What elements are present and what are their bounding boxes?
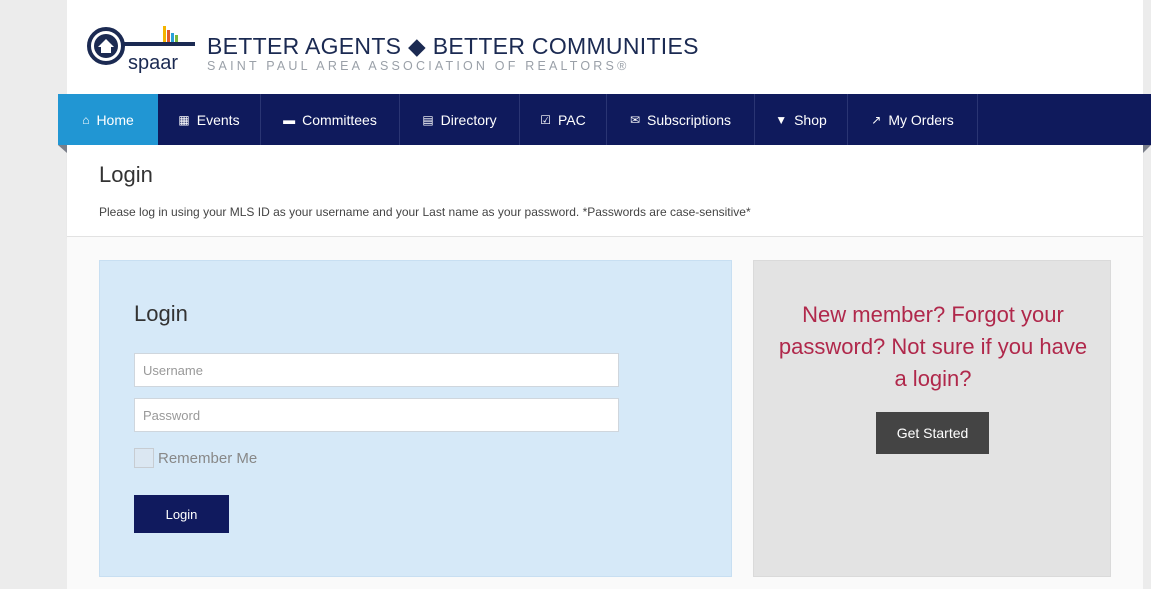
nav-item-label: Subscriptions: [647, 111, 732, 128]
remember-me-label[interactable]: Remember Me: [158, 450, 257, 467]
main-nav: ⌂ Home ▦ Events ▬ Committees ▤ Directory…: [58, 94, 1151, 145]
pushpin-icon: ↗: [871, 112, 882, 127]
spaar-logo[interactable]: spaar: [83, 24, 198, 74]
remember-me[interactable]: Remember Me: [134, 448, 257, 468]
page-description: Please log in using your MLS ID as your …: [99, 205, 751, 219]
username-input[interactable]: [134, 353, 619, 387]
list-icon: ▤: [422, 112, 434, 127]
envelope-icon: ✉: [629, 112, 640, 127]
help-panel: New member? Forgot your password? Not su…: [753, 260, 1111, 577]
tagline: BETTER AGENTS ◆ BETTER COMMUNITIES SAINT…: [207, 33, 699, 73]
nav-item-label: Home: [96, 111, 134, 128]
help-text: New member? Forgot your password? Not su…: [778, 302, 1088, 391]
tagline-sub: SAINT PAUL AREA ASSOCIATION OF REALTORS®: [207, 59, 630, 73]
logo-text: spaar: [128, 52, 178, 74]
nav-item-label: Shop: [794, 111, 827, 128]
nav-item-directory[interactable]: ▤ Directory: [400, 94, 520, 145]
login-button[interactable]: Login: [134, 495, 229, 533]
nav-item-my-orders[interactable]: ↗ My Orders: [848, 94, 978, 145]
login-panel: Login Remember Me Login: [99, 260, 732, 577]
nav-item-pac[interactable]: ☑ PAC: [520, 94, 607, 145]
nav-item-shop[interactable]: ▼ Shop: [755, 94, 848, 145]
nav-fold-left: [58, 145, 67, 153]
tagline-main: BETTER AGENTS ◆ BETTER COMMUNITIES: [207, 33, 699, 59]
nav-item-home[interactable]: ⌂ Home: [58, 94, 158, 145]
nav-item-events[interactable]: ▦ Events: [158, 94, 261, 145]
remember-me-checkbox[interactable]: [134, 448, 154, 468]
nav-item-label: Events: [196, 111, 240, 128]
nav-item-label: Committees: [302, 111, 377, 128]
password-input[interactable]: [134, 398, 619, 432]
get-started-button[interactable]: Get Started: [876, 412, 989, 454]
page-container: spaar BETTER AGENTS ◆ BETTER COMMUNITIES…: [67, 0, 1143, 589]
nav-item-label: Directory: [440, 111, 497, 128]
home-icon: ⌂: [82, 112, 90, 127]
cart-icon: ▼: [775, 112, 788, 127]
check-square-icon: ☑: [540, 112, 551, 127]
comment-icon: ▬: [283, 112, 296, 127]
page-title: Login: [99, 162, 153, 187]
calendar-icon: ▦: [178, 112, 190, 127]
page-title-area: Login Please log in using your MLS ID as…: [67, 145, 1143, 237]
nav-fold-right: [1143, 145, 1151, 153]
login-form-title: Login: [134, 301, 188, 326]
nav-item-committees[interactable]: ▬ Committees: [261, 94, 400, 145]
content-area: Login Remember Me Login New member? Forg…: [67, 237, 1143, 589]
nav-item-label: PAC: [558, 111, 586, 128]
nav-item-label: My Orders: [888, 111, 954, 128]
nav-item-subscriptions[interactable]: ✉ Subscriptions: [607, 94, 755, 145]
site-header: spaar BETTER AGENTS ◆ BETTER COMMUNITIES…: [67, 0, 1143, 94]
